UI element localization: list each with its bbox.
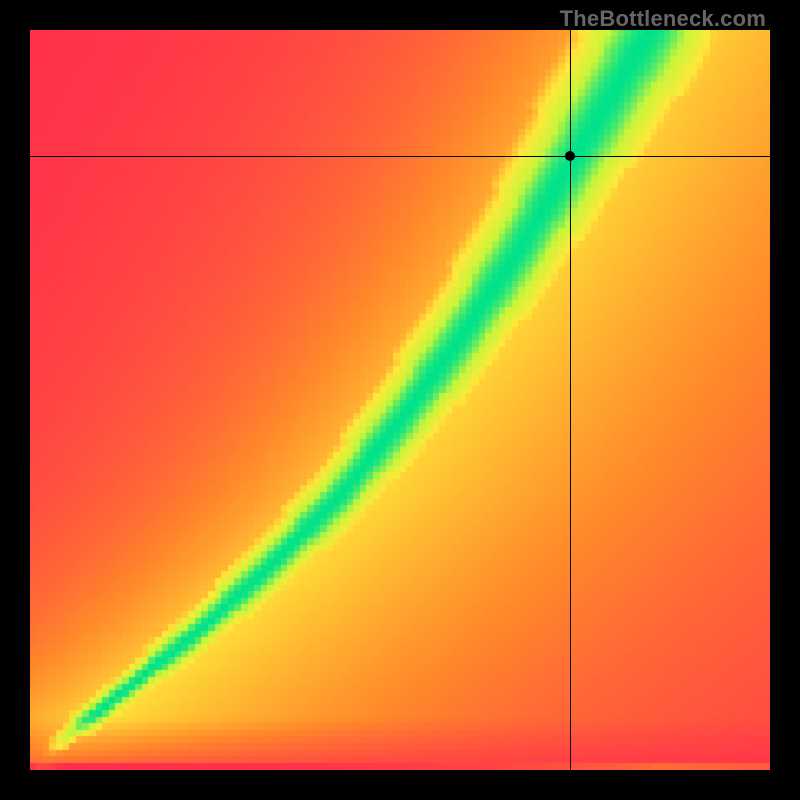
chart-container: TheBottleneck.com — [0, 0, 800, 800]
watermark-text: TheBottleneck.com — [560, 6, 766, 32]
bottleneck-heatmap — [30, 30, 770, 770]
